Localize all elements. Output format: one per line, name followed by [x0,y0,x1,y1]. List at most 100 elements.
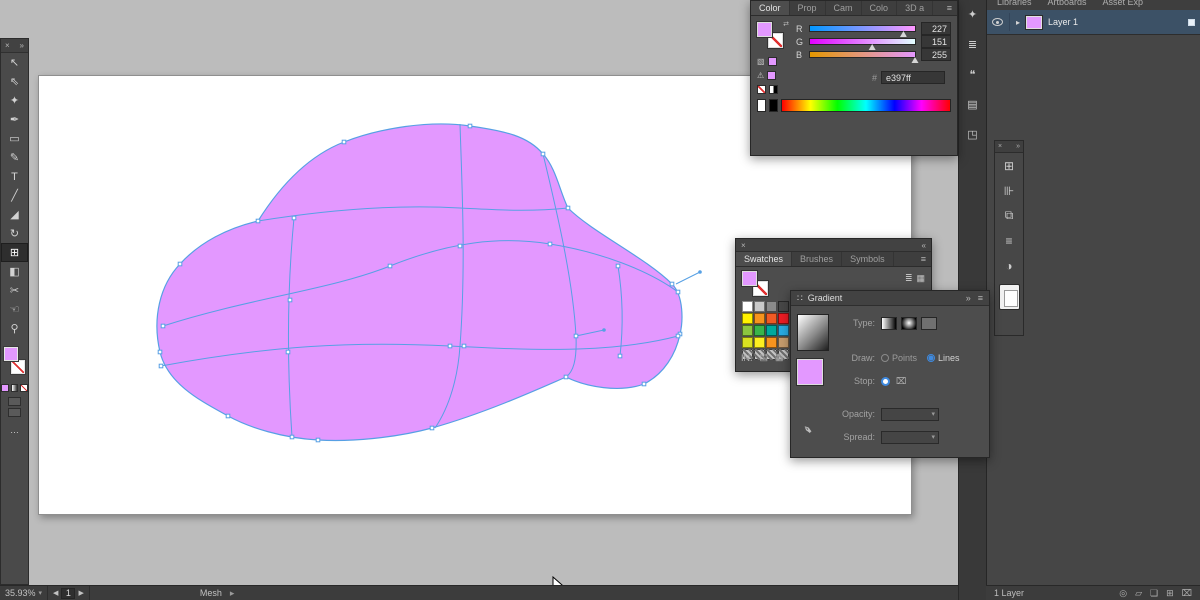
fill-swatch[interactable] [757,22,772,37]
panel-menu-icon[interactable]: ≡ [916,254,931,264]
opacity-dropdown[interactable]: ▾ [881,408,939,421]
tab-prop[interactable]: Prop [790,1,826,15]
color-themes-icon[interactable]: ▤ [760,352,769,363]
hex-value-field[interactable]: e397ff [881,71,945,84]
toolbar-overflow-button[interactable]: … [1,425,28,435]
black-white-swatch[interactable] [769,85,778,94]
pen-tool[interactable]: ✒ [1,110,28,129]
gradient-tool[interactable]: ◧ [1,262,28,281]
channel-slider-g[interactable] [809,38,916,45]
mesh-anchor[interactable] [566,206,570,210]
linear-gradient-type[interactable] [881,317,897,330]
draw-normal-button[interactable] [8,397,21,406]
collapse-icon[interactable]: » [966,293,971,303]
direct-selection-tool[interactable]: ⇖ [1,72,28,91]
swatch[interactable] [742,313,753,324]
visibility-eye-icon[interactable] [992,18,1003,26]
mesh-anchor[interactable] [292,216,296,220]
panel-menu-icon[interactable]: ≡ [942,3,957,13]
transform-icon[interactable]: ⊞ [996,153,1022,178]
zoom-tool[interactable]: ⚲ [1,319,28,338]
channel-slider-b[interactable] [809,51,916,58]
stroke-swatch[interactable] [11,360,25,374]
mesh-anchor[interactable] [430,426,434,430]
color-mode-button[interactable] [1,384,9,392]
type-tool[interactable]: T [1,167,28,186]
swatch[interactable] [778,301,789,312]
web-safe-row[interactable]: ▧ [757,57,789,66]
mesh-anchor[interactable] [342,140,346,144]
tab-asset-exp[interactable]: Asset Exp [1103,0,1144,7]
eyedropper-icon[interactable]: ✒ [800,420,817,437]
mesh-anchor[interactable] [574,334,578,338]
mesh-anchor[interactable] [462,344,466,348]
mesh-anchor[interactable] [448,344,452,348]
nav-prev-icon[interactable]: ◀ [53,589,58,597]
new-layer-icon[interactable]: ⊞ [1166,588,1174,599]
tab-swatches[interactable]: Swatches [736,252,792,266]
slider-thumb[interactable] [900,31,907,37]
swatch[interactable] [766,301,777,312]
mesh-anchor[interactable] [286,350,290,354]
mesh-tool[interactable]: ⊞ [1,243,28,262]
tab-brushes[interactable]: Brushes [792,252,842,266]
mesh-anchor[interactable] [288,298,292,302]
mesh-anchor[interactable] [388,264,392,268]
mesh-anchor[interactable] [541,152,545,156]
artboard-number[interactable]: 1 [61,588,75,599]
adjustments-icon[interactable]: ≣ [962,34,984,54]
rectangle-tool[interactable]: ▭ [1,129,28,148]
swatch-libraries-icon[interactable]: IN. [741,353,753,363]
gamut-warning-row[interactable]: ⚠ [757,71,789,80]
mesh-anchor[interactable] [676,334,680,338]
tab-color[interactable]: Color [751,1,790,15]
list-view-icon[interactable]: ≣ [905,273,913,284]
mesh-shape[interactable] [157,124,682,441]
swatch[interactable] [754,325,765,336]
collapse-icon[interactable]: « [922,241,926,250]
comments-icon[interactable]: ❝ [962,64,984,84]
collapse-icon[interactable]: » [1016,143,1020,150]
draw-lines-radio[interactable]: Lines [927,353,960,363]
swap-fill-stroke-icon[interactable]: ⇄ [783,20,789,28]
close-icon[interactable]: × [741,241,746,250]
none-swatch[interactable] [757,85,766,94]
mesh-anchor[interactable] [618,354,622,358]
mesh-anchor[interactable] [670,282,674,286]
tab-cam[interactable]: Cam [826,1,862,15]
channel-value-field[interactable]: 255 [921,48,951,61]
white-swatch[interactable] [757,99,766,112]
channel-value-field[interactable]: 227 [921,22,951,35]
fill-stroke-proxy[interactable] [742,271,770,297]
tab-artboards[interactable]: Artboards [1048,0,1087,7]
fill-swatch[interactable] [4,347,18,361]
layer-thumbnail[interactable] [1026,16,1042,29]
slider-thumb[interactable] [912,57,919,63]
magic-wand-tool[interactable]: ✦ [1,91,28,110]
gradient-mode-button[interactable] [11,384,19,392]
mesh-anchor[interactable] [548,242,552,246]
draw-points-radio[interactable]: Points [881,353,917,363]
zoom-dropdown[interactable]: 35.93% ▾ [0,586,48,600]
swatch[interactable] [754,313,765,324]
rotate-tool[interactable]: ↻ [1,224,28,243]
3d-materials-icon[interactable]: ◳ [962,124,984,144]
mesh-anchor[interactable] [316,438,320,442]
slider-thumb[interactable] [869,44,876,50]
channel-slider-r[interactable] [809,25,916,32]
close-icon[interactable]: × [998,143,1002,150]
close-icon[interactable]: × [5,41,10,50]
mesh-anchor[interactable] [458,244,462,248]
swatch[interactable] [742,301,753,312]
tab-colo[interactable]: Colo [862,1,898,15]
delete-stop-icon[interactable]: ⌧ [896,376,906,387]
nav-next-icon[interactable]: ▶ [78,589,83,597]
black-swatch[interactable] [769,99,778,112]
mesh-anchor[interactable] [158,350,162,354]
layer-row[interactable]: ▸ Layer 1 [987,10,1200,35]
status-flyout-icon[interactable]: ▸ [230,588,235,599]
swatch[interactable] [766,313,777,324]
tab-libraries[interactable]: Libraries [997,0,1032,7]
gradient-stop[interactable] [881,377,890,386]
selection-tool[interactable]: ↖ [1,53,28,72]
